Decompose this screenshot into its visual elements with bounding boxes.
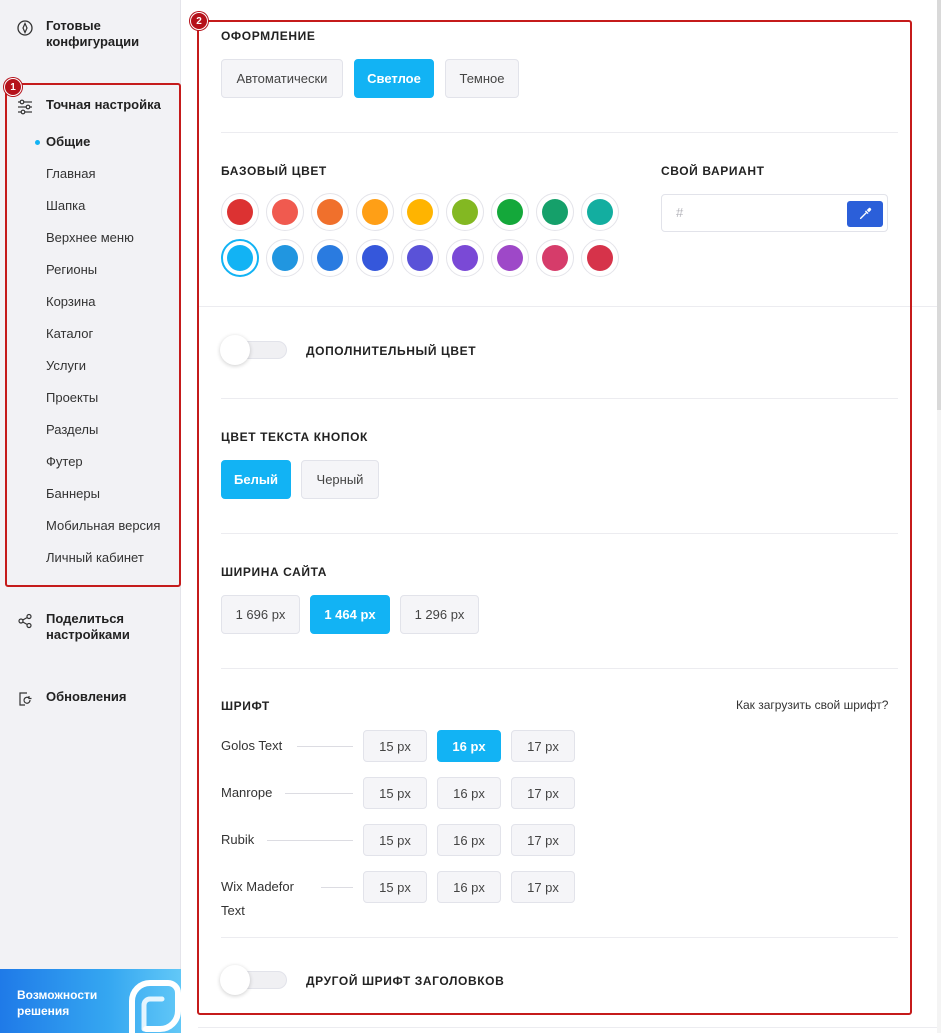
highlight-box-2 (197, 20, 912, 1015)
promo-text: Возможности решения (17, 988, 98, 1018)
sidebar-item-label: Обновления (46, 689, 127, 704)
divider (198, 1027, 938, 1028)
sidebar-item-updates[interactable]: Обновления (16, 689, 127, 708)
badge-2: 2 (190, 12, 208, 30)
highlight-box-1 (5, 83, 181, 587)
sidebar-item-label: Готовые конфигурации (46, 18, 140, 49)
badge-1: 1 (4, 78, 22, 96)
share-icon (16, 612, 34, 630)
sidebar-item-share[interactable]: Поделиться настройками (16, 611, 156, 643)
refresh-document-icon (16, 690, 34, 708)
sidebar-item-label: Поделиться настройками (46, 611, 130, 642)
promo-banner[interactable]: Возможности решения (0, 969, 181, 1033)
brand-logo-icon (129, 980, 181, 1033)
compass-icon (16, 19, 34, 37)
sidebar-item-ready-configs[interactable]: Готовые конфигурации (16, 18, 156, 50)
scrollbar-thumb[interactable] (937, 0, 941, 410)
